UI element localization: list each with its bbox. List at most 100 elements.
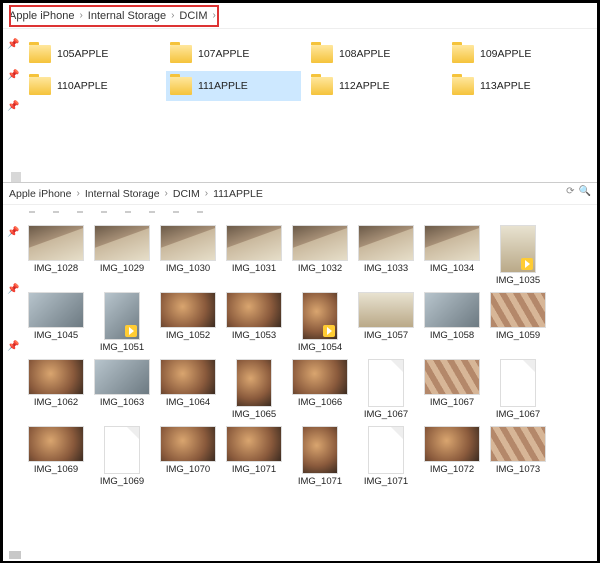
breadcrumb-segment[interactable]: Apple iPhone bbox=[9, 10, 74, 22]
thumbnail-item[interactable]: IMG_1071 bbox=[355, 426, 417, 487]
thumbnail-item[interactable]: IMG_1029 bbox=[91, 225, 153, 286]
photo-thumbnail bbox=[358, 225, 414, 261]
thumbnail-item[interactable]: IMG_1063 bbox=[91, 359, 153, 420]
chevron-right-icon: › bbox=[163, 188, 170, 199]
photo-thumbnail bbox=[28, 359, 84, 395]
thumbnail-item[interactable]: IMG_1067 bbox=[355, 359, 417, 420]
pin-icon: 📌 bbox=[7, 227, 19, 238]
photo-thumbnail bbox=[302, 292, 338, 340]
photo-thumbnail bbox=[160, 225, 216, 261]
folder-item[interactable]: 111APPLE bbox=[166, 71, 301, 101]
thumbnail-label: IMG_1067 bbox=[496, 409, 540, 420]
thumbnail-item[interactable]: IMG_1059 bbox=[487, 292, 549, 353]
folder-item[interactable]: 113APPLE bbox=[448, 71, 583, 101]
thumbnail-grid: IMG_1028 IMG_1029IMG_1030IMG_1031IMG_1032… bbox=[3, 219, 597, 487]
thumbnail-label: IMG_1071 bbox=[232, 464, 276, 475]
breadcrumb-segment[interactable]: DCIM bbox=[173, 188, 200, 200]
thumbnail-item[interactable]: IMG_1052 bbox=[157, 292, 219, 353]
thumbnail-item[interactable]: IMG_1065 bbox=[223, 359, 285, 420]
thumbnail-item[interactable]: IMG_1066 bbox=[289, 359, 351, 420]
breadcrumb-segment[interactable]: Internal Storage bbox=[85, 188, 160, 200]
thumbnail-label: IMG_1071 bbox=[298, 476, 342, 487]
photo-thumbnail bbox=[424, 359, 480, 395]
folder-item[interactable]: 110APPLE bbox=[25, 71, 160, 101]
thumbnail-item[interactable]: IMG_1072 bbox=[421, 426, 483, 487]
thumbnail-item[interactable]: IMG_1057 bbox=[355, 292, 417, 353]
thumbnail-item[interactable]: IMG_1069 bbox=[91, 426, 153, 487]
folder-item[interactable]: 109APPLE bbox=[448, 39, 583, 69]
breadcrumb-segment[interactable]: 111APPLE bbox=[213, 188, 263, 200]
photo-thumbnail bbox=[424, 426, 480, 462]
thumbnail-item[interactable]: IMG_1030 bbox=[157, 225, 219, 286]
search-icon[interactable]: 🔍 bbox=[579, 186, 591, 197]
thumbnail-item[interactable]: IMG_1067 bbox=[421, 359, 483, 420]
thumbnail-item[interactable]: IMG_1032 bbox=[289, 225, 351, 286]
breadcrumb-segment[interactable]: Internal Storage bbox=[88, 10, 166, 22]
photo-thumbnail bbox=[160, 359, 216, 395]
thumbnail-label: IMG_1072 bbox=[430, 464, 474, 475]
thumbnail-item[interactable]: IMG_1054 bbox=[289, 292, 351, 353]
photo-thumbnail bbox=[28, 225, 84, 261]
thumbnail-item[interactable]: IMG_1028 bbox=[25, 225, 87, 286]
photo-thumbnail bbox=[226, 426, 282, 462]
file-icon bbox=[368, 426, 404, 474]
folder-item[interactable]: 112APPLE bbox=[307, 71, 442, 101]
quick-access-pins: 📌 📌 📌 bbox=[7, 39, 19, 112]
play-icon bbox=[521, 258, 533, 270]
play-icon bbox=[323, 325, 335, 337]
folder-label: 111APPLE bbox=[198, 80, 248, 92]
thumbnail-item[interactable]: IMG_1070 bbox=[157, 426, 219, 487]
thumbnail-item[interactable]: IMG_1062 bbox=[25, 359, 87, 420]
folder-icon bbox=[29, 77, 51, 95]
thumbnail-item[interactable]: IMG_1035 bbox=[487, 225, 549, 286]
pin-icon: 📌 bbox=[7, 341, 19, 352]
thumbnail-item[interactable]: IMG_1031 bbox=[223, 225, 285, 286]
thumbnail-item[interactable]: IMG_1034 bbox=[421, 225, 483, 286]
folder-icon bbox=[29, 45, 51, 63]
photo-thumbnail bbox=[104, 292, 140, 340]
thumbnail-item[interactable]: IMG_1053 bbox=[223, 292, 285, 353]
thumbnail-item[interactable]: IMG_1045 bbox=[25, 292, 87, 353]
pin-icon: 📌 bbox=[7, 101, 19, 112]
folder-item[interactable]: 108APPLE bbox=[307, 39, 442, 69]
thumbnail-item[interactable]: IMG_1071 bbox=[289, 426, 351, 487]
thumbnail-label: IMG_1033 bbox=[364, 263, 408, 274]
breadcrumb-segment[interactable]: Apple iPhone bbox=[9, 188, 71, 200]
thumbnail-item[interactable]: IMG_1064 bbox=[157, 359, 219, 420]
scrollbar-handle[interactable] bbox=[9, 551, 21, 559]
thumbnail-item[interactable]: IMG_1067 bbox=[487, 359, 549, 420]
folder-item[interactable]: 105APPLE bbox=[25, 39, 160, 69]
breadcrumb-top[interactable]: Apple iPhone › Internal Storage › DCIM › bbox=[3, 3, 597, 29]
photo-thumbnail bbox=[226, 292, 282, 328]
photo-thumbnail bbox=[292, 359, 348, 395]
thumbnail-item[interactable]: IMG_1069 bbox=[25, 426, 87, 487]
chevron-right-icon: › bbox=[74, 188, 81, 199]
thumbnail-item[interactable]: IMG_1051 bbox=[91, 292, 153, 353]
breadcrumb-bottom[interactable]: Apple iPhone › Internal Storage › DCIM ›… bbox=[3, 183, 597, 205]
thumbnail-label: IMG_1059 bbox=[496, 330, 540, 341]
folder-label: 110APPLE bbox=[57, 80, 108, 92]
thumbnail-item[interactable]: IMG_1071 bbox=[223, 426, 285, 487]
photo-thumbnail bbox=[302, 426, 338, 474]
photo-thumbnail bbox=[94, 359, 150, 395]
thumbnail-label: IMG_1028 bbox=[34, 263, 78, 274]
quick-access-pins: 📌 📌 📌 bbox=[7, 227, 19, 352]
file-icon bbox=[368, 359, 404, 407]
photo-thumbnail bbox=[490, 292, 546, 328]
thumbnail-label: IMG_1066 bbox=[298, 397, 342, 408]
thumbnail-label: IMG_1065 bbox=[232, 409, 276, 420]
folder-label: 112APPLE bbox=[339, 80, 390, 92]
folder-item[interactable]: 107APPLE bbox=[166, 39, 301, 69]
thumbnail-label: IMG_1045 bbox=[34, 330, 78, 341]
breadcrumb-segment[interactable]: DCIM bbox=[179, 10, 207, 22]
folder-icon bbox=[170, 45, 192, 63]
folder-label: 108APPLE bbox=[339, 48, 390, 60]
column-header-strip bbox=[3, 205, 597, 219]
chevron-right-icon: › bbox=[211, 10, 218, 21]
scrollbar-handle[interactable] bbox=[11, 172, 21, 182]
refresh-icon[interactable]: ⟳ bbox=[566, 186, 574, 197]
thumbnail-item[interactable]: IMG_1058 bbox=[421, 292, 483, 353]
folder-label: 107APPLE bbox=[198, 48, 249, 60]
thumbnail-item[interactable]: IMG_1073 bbox=[487, 426, 549, 487]
thumbnail-item[interactable]: IMG_1033 bbox=[355, 225, 417, 286]
